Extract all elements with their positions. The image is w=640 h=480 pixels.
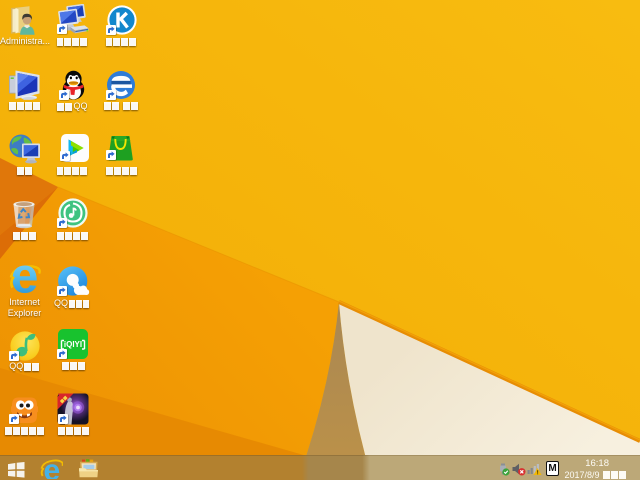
- svg-text:e: e: [43, 458, 60, 479]
- svg-text:iQIYI: iQIYI: [64, 340, 82, 349]
- svg-text:e: e: [11, 263, 39, 295]
